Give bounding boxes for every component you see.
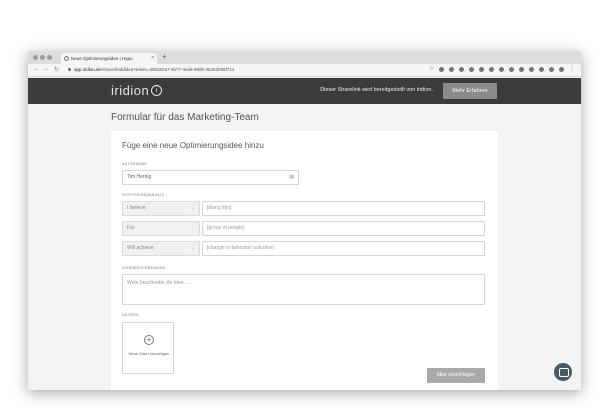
arrow-right-icon: → <box>190 225 195 231</box>
reload-icon[interactable]: ↻ <box>54 66 59 73</box>
hypothesis-prefix-believe: I believe → <box>122 201 200 216</box>
iridion-logo[interactable]: iridion <box>111 83 149 98</box>
hypothesis-input-doing[interactable]: [doing this] <box>202 201 485 216</box>
tab-strip: Neue Optimierungsidee | Hypo × + <box>28 51 581 64</box>
hypothesis-placeholder: [doing this] <box>207 205 232 211</box>
share-note: Dieser Sharelink wird bereitgestellt von… <box>320 87 433 93</box>
url-field[interactable]: app.iridion.de/shared/addidea?token=38ba… <box>68 67 234 72</box>
description-textarea[interactable]: Write beschreibe die Idee ... <box>122 274 485 305</box>
extension-icon[interactable] <box>449 67 454 72</box>
page-title: Formular für das Marketing-Team <box>111 112 259 123</box>
hypothesis-prefix-text: For <box>127 225 135 231</box>
minimize-window-button[interactable] <box>40 55 45 60</box>
form-title: Füge eine neue Optimierungsidee hinzu <box>122 141 264 150</box>
info-icon[interactable]: i <box>151 85 162 96</box>
extension-icon[interactable] <box>439 67 444 72</box>
submit-idea-button[interactable]: Idee vorschlagen <box>427 368 485 383</box>
add-file-label: Neue Datei hinzufügen <box>128 351 170 356</box>
url-host: app.iridion.de <box>74 67 102 72</box>
close-window-button[interactable] <box>33 55 38 60</box>
new-tab-button[interactable]: + <box>162 52 167 61</box>
learn-more-button[interactable]: Mehr Erfahren <box>443 83 497 99</box>
tab-close-button[interactable]: × <box>151 53 154 64</box>
extension-icon[interactable] <box>499 67 504 72</box>
address-bar: ← → ↻ app.iridion.de/shared/addidea?toke… <box>28 64 581 77</box>
description-label: IDEENBESCHREIBUNG <box>122 266 166 270</box>
hypothesis-input-outcome[interactable]: [change in behavior/ outcome] <box>202 241 485 256</box>
plus-circle-icon: + <box>144 335 154 345</box>
hypothesis-prefix-text: I believe <box>127 205 146 211</box>
extension-icon[interactable] <box>529 67 534 72</box>
hypothesis-placeholder: [change in behavior/ outcome] <box>207 245 274 251</box>
description-placeholder: Write beschreibe die Idee ... <box>127 280 190 286</box>
extension-icon[interactable] <box>469 67 474 72</box>
idea-form-card: Füge eine neue Optimierungsidee hinzu AU… <box>111 131 498 390</box>
hypothesis-placeholder: [group of people] <box>207 225 245 231</box>
chat-bubble-icon[interactable] <box>554 363 572 381</box>
menu-kebab-icon[interactable]: ⋮ <box>569 66 575 72</box>
extension-icon[interactable] <box>539 67 544 72</box>
extension-icon[interactable] <box>519 67 524 72</box>
arrow-right-icon: → <box>190 245 195 251</box>
author-label: AUTORNAME <box>122 162 147 166</box>
lock-icon <box>68 68 71 71</box>
maximize-window-button[interactable] <box>47 55 52 60</box>
arrow-right-icon: → <box>190 205 195 211</box>
url-path: /shared/addidea?token=38ba82a7-4b77-4ed6… <box>101 67 235 72</box>
browser-window: Neue Optimierungsidee | Hypo × + ← → ↻ a… <box>28 51 581 390</box>
extension-icons: ☆ ⋮ <box>429 66 575 72</box>
add-file-button[interactable]: + Neue Datei hinzufügen <box>122 322 174 374</box>
bookmark-star-icon[interactable]: ☆ <box>429 66 434 72</box>
author-value: Tim Herbig <box>127 174 152 180</box>
files-label: DATEIEN <box>122 313 140 317</box>
app-header: iridion i Dieser Sharelink wird bereitge… <box>28 78 581 104</box>
author-input[interactable]: Tim Herbig ▤ <box>122 170 299 185</box>
extension-icon[interactable] <box>509 67 514 72</box>
hypothesis-prefix-text: Will achieve <box>127 245 154 251</box>
forward-icon[interactable]: → <box>43 66 49 72</box>
extension-icon[interactable] <box>489 67 494 72</box>
browser-tab[interactable]: Neue Optimierungsidee | Hypo × <box>61 53 157 64</box>
hypothesis-prefix-for: For → <box>122 221 200 236</box>
globe-icon <box>64 56 69 61</box>
tab-title: Neue Optimierungsidee | Hypo <box>71 56 133 61</box>
hypothesis-input-group[interactable]: [group of people] <box>202 221 485 236</box>
hypothesis-prefix-achieve: Will achieve → <box>122 241 200 256</box>
extension-icon[interactable] <box>479 67 484 72</box>
extension-icon[interactable] <box>459 67 464 72</box>
profile-avatar[interactable] <box>559 67 564 72</box>
extension-icon[interactable] <box>549 67 554 72</box>
contact-card-icon: ▤ <box>289 174 294 180</box>
hypothesis-label: HYPOTHESENANSATZ <box>122 193 165 197</box>
back-icon[interactable]: ← <box>33 66 39 72</box>
